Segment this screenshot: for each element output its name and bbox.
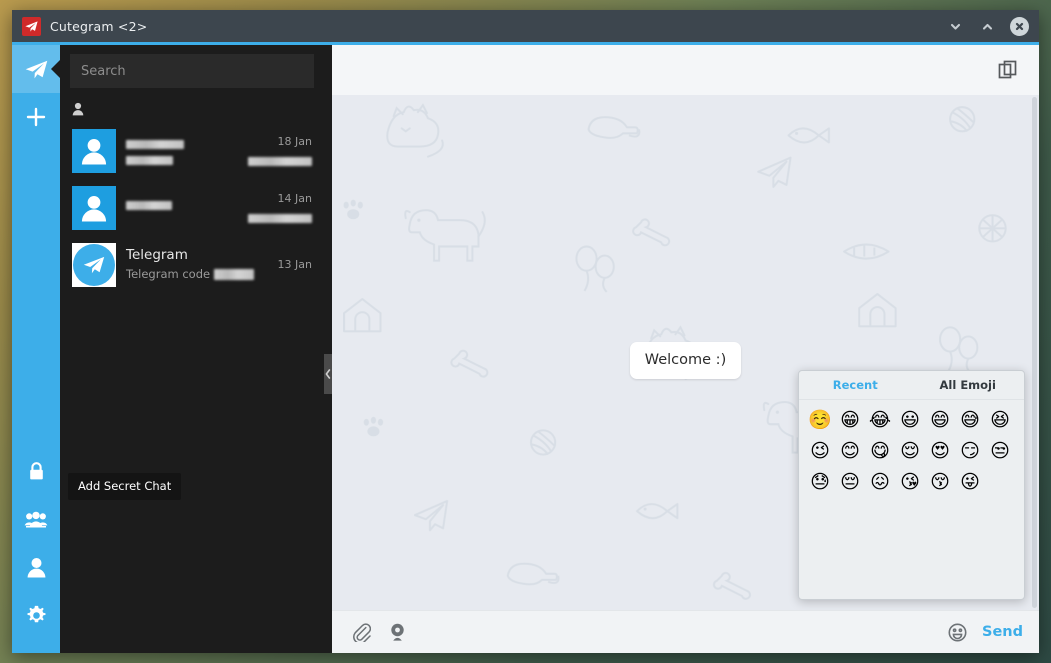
icon-rail: [12, 45, 60, 653]
emoji-panel-pointer: [923, 598, 949, 599]
message-area: Welcome :) Recent All Emoji ☺️ 😁 😂 😃 😄 😅 😆 😉 😊 😋 😌…: [332, 95, 1039, 610]
emoji-cell[interactable]: 😍: [925, 436, 955, 467]
chat-item-text: [126, 137, 248, 165]
chat-item-meta: 14 Jan: [248, 192, 312, 223]
chat-item-preview-text: Telegram code: [126, 267, 211, 281]
tab-all-emoji[interactable]: All Emoji: [912, 371, 1025, 399]
chat-rows: 18 Jan 14 Jan Telegram Telegram code 13 …: [60, 122, 324, 653]
emoji-cell[interactable]: ☺️: [805, 405, 835, 436]
chat-list-item[interactable]: Telegram Telegram code 13 Jan: [60, 236, 324, 293]
composer-left-actions: [346, 617, 412, 647]
window-controls: [946, 16, 1033, 36]
chat-item-subtitle: Telegram code: [126, 266, 278, 282]
title-bar: Cutegram <2>: [12, 10, 1039, 45]
panel-splitter[interactable]: [324, 45, 332, 653]
collapse-panel-handle[interactable]: [324, 354, 332, 394]
composer-bar: Send: [332, 610, 1039, 653]
emoji-cell[interactable]: 😜: [955, 467, 985, 498]
chat-item-date: 18 Jan: [277, 135, 312, 148]
redacted-code: [214, 268, 255, 280]
send-button[interactable]: Send: [982, 624, 1023, 640]
smiley-icon[interactable]: [942, 617, 972, 647]
person-avatar: [72, 185, 116, 230]
telegram-avatar: [72, 242, 116, 287]
webcam-icon[interactable]: [382, 617, 412, 647]
close-icon[interactable]: [1010, 16, 1029, 36]
emoji-cell[interactable]: 😆: [985, 405, 1015, 436]
redacted-name: [126, 201, 172, 210]
redacted-status: [248, 157, 312, 166]
chat-item-meta: 13 Jan: [278, 258, 312, 271]
app-logo-icon: [22, 16, 41, 36]
chats-button[interactable]: [12, 45, 60, 93]
settings-button[interactable]: [12, 591, 60, 639]
emoji-cell[interactable]: 😋: [865, 436, 895, 467]
maximize-button[interactable]: [978, 17, 996, 35]
person-avatar: [72, 128, 116, 173]
redacted-preview: [126, 155, 173, 165]
chat-list-item[interactable]: 14 Jan: [60, 179, 324, 236]
emoji-cell[interactable]: 😓: [805, 467, 835, 498]
emoji-cell[interactable]: 😃: [895, 405, 925, 436]
emoji-cell[interactable]: 😂: [865, 405, 895, 436]
conversation-scrollbar[interactable]: [1032, 97, 1037, 608]
chat-item-title: Telegram: [126, 247, 188, 263]
search-container: [60, 45, 324, 94]
chat-item-text: Telegram Telegram code: [126, 247, 278, 282]
add-group-button[interactable]: [12, 495, 60, 543]
search-input[interactable]: [70, 54, 314, 88]
conversation-header: [332, 45, 1039, 95]
cutegram-window: Cutegram <2> Search 18 Jan 14 Jan Telegr…: [12, 10, 1039, 653]
emoji-cell[interactable]: 😊: [835, 436, 865, 467]
emoji-cell[interactable]: 😔: [835, 467, 865, 498]
window-title: Cutegram <2>: [50, 18, 148, 34]
message-bubble[interactable]: Welcome :): [629, 342, 742, 379]
emoji-cell[interactable]: 😌: [895, 436, 925, 467]
emoji-cell[interactable]: 😘: [895, 467, 925, 498]
chat-item-date: 13 Jan: [277, 258, 312, 271]
add-chat-button[interactable]: [12, 93, 60, 141]
emoji-cell[interactable]: 😚: [925, 467, 955, 498]
emoji-cell[interactable]: 😁: [835, 405, 865, 436]
chat-list-panel: 18 Jan: [60, 45, 324, 653]
chat-item-text: [126, 198, 248, 217]
chat-item-title: [126, 198, 248, 215]
emoji-tabs: Recent All Emoji: [799, 371, 1024, 400]
emoji-cell[interactable]: 😖: [865, 467, 895, 498]
emoji-picker-panel: Recent All Emoji ☺️ 😁 😂 😃 😄 😅 😆 😉 😊 😋 😌 😍 😏 😒 😓 😔 😖 😘 😚 😜: [798, 370, 1025, 600]
emoji-cell[interactable]: 😒: [985, 436, 1015, 467]
emoji-cell[interactable]: 😏: [955, 436, 985, 467]
chat-list-item[interactable]: 18 Jan: [60, 122, 324, 179]
chat-list-section-header: [60, 94, 324, 122]
redacted-name: [126, 139, 184, 149]
emoji-grid: ☺️ 😁 😂 😃 😄 😅 😆 😉 😊 😋 😌 😍 😏 😒 😓 😔 😖 😘 😚 😜: [799, 400, 1024, 599]
emoji-cell[interactable]: 😄: [925, 405, 955, 436]
chat-item-subtitle: [126, 155, 248, 165]
emoji-cell[interactable]: 😉: [805, 436, 835, 467]
conversation-panel: Welcome :) Recent All Emoji ☺️ 😁 😂 😃 😄 😅 😆 😉 😊 😋 😌…: [332, 45, 1039, 653]
add-secret-chat-button[interactable]: [12, 447, 60, 495]
scrollbar-thumb[interactable]: [1032, 97, 1037, 608]
telegram-avatar-circle: [73, 243, 115, 286]
tooltip: Add Secret Chat: [68, 473, 182, 500]
chat-item-title: [126, 137, 248, 154]
chat-item-date: 14 Jan: [277, 192, 312, 205]
profile-button[interactable]: [12, 543, 60, 591]
composer-right-actions: Send: [942, 617, 1023, 647]
emoji-cell[interactable]: 😅: [955, 405, 985, 436]
tab-recent[interactable]: Recent: [799, 371, 912, 399]
paperclip-icon[interactable]: [346, 617, 376, 647]
copy-icon[interactable]: [995, 57, 1021, 83]
redacted-status: [248, 214, 312, 223]
chat-item-meta: 18 Jan: [248, 135, 312, 166]
minimize-button[interactable]: [946, 17, 964, 35]
tooltip-label: Add Secret Chat: [78, 479, 172, 493]
window-body: 18 Jan: [12, 45, 1039, 653]
